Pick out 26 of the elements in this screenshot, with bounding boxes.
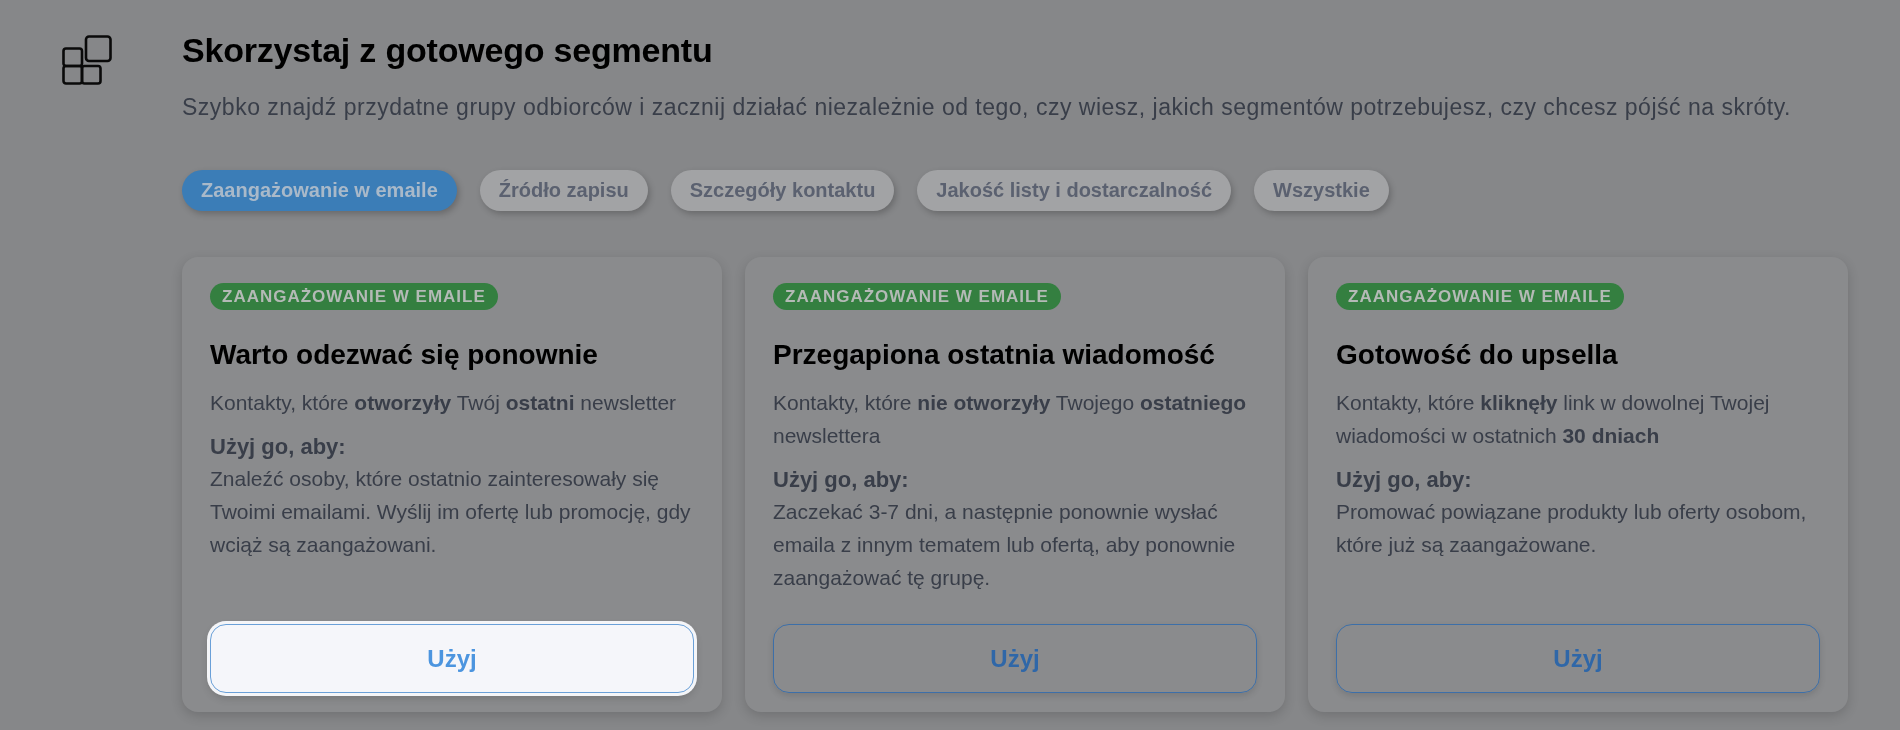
card-title: Przegapiona ostatnia wiadomość — [773, 338, 1215, 372]
filter-tab[interactable]: Szczegóły kontaktu — [670, 170, 895, 211]
usage-label: Użyj go, aby: — [210, 433, 346, 461]
card-description: Kontakty, które otworzyły Twój ostatni newsletter — [210, 390, 677, 416]
page-subtitle: Szybko znajdź przydatne grupy odbiorców i zacznij działać niezależnie od tego, czy wiesz, jakich segmentów potrzebujesz, czy chcesz pójść na skróty. — [182, 93, 1791, 121]
usage-text: Znaleźć osoby, które ostatnio zainteresowały się Twoimi emailami. Wyślij im ofertę lub promocję, gdy wciąż są zaangażowani. — [210, 466, 692, 558]
usage-text: Zaczekać 3-7 dni, a następnie ponownie wysłać emaila z innym tematem lub ofertą, aby ponownie zaangażować tę grupę. — [773, 499, 1237, 591]
card-description: Kontakty, które kliknęły link w dowolnej Twojej wiadomości w ostatnich 30 dniach — [1336, 390, 1771, 449]
filter-tab[interactable]: Zaangażowanie w emaile — [182, 170, 457, 211]
category-tag: ZAANGAŻOWANIE W EMAILE — [1336, 283, 1624, 310]
page-title: Skorzystaj z gotowego segmentu — [182, 30, 713, 70]
use-button[interactable]: Użyj — [210, 624, 694, 693]
card-title: Warto odezwać się ponownie — [210, 338, 598, 372]
filter-tab[interactable]: Źródło zapisu — [479, 170, 648, 211]
filter-tab[interactable]: Wszystkie — [1254, 170, 1389, 211]
use-button[interactable]: Użyj — [773, 624, 1257, 693]
use-button[interactable]: Użyj — [1336, 624, 1820, 693]
category-tag: ZAANGAŻOWANIE W EMAILE — [773, 283, 1061, 310]
usage-text: Promować powiązane produkty lub oferty osobom, które już są zaangażowane. — [1336, 499, 1808, 558]
squares-icon — [62, 35, 112, 85]
filter-tab[interactable]: Jakość listy i dostarczalność — [917, 170, 1232, 211]
card-description: Kontakty, które nie otworzyły Twojego ostatniego newslettera — [773, 390, 1248, 449]
category-tag: ZAANGAŻOWANIE W EMAILE — [210, 283, 498, 310]
card-title: Gotowość do upsella — [1336, 338, 1618, 372]
usage-label: Użyj go, aby: — [773, 466, 909, 494]
usage-label: Użyj go, aby: — [1336, 466, 1472, 494]
